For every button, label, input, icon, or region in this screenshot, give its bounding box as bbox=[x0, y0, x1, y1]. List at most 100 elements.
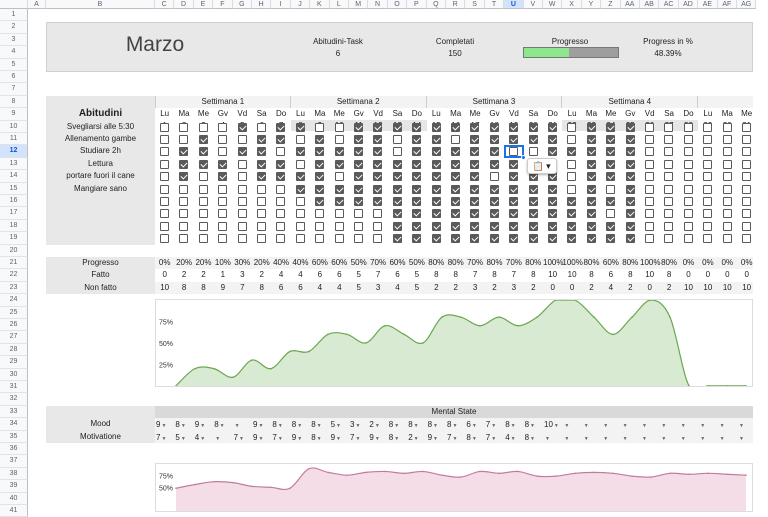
habit-checkbox[interactable] bbox=[722, 197, 732, 206]
row-header[interactable]: 2 bbox=[0, 21, 28, 34]
habit-checkbox[interactable] bbox=[586, 184, 596, 194]
row-header[interactable]: 13 bbox=[0, 157, 28, 171]
habit-checkbox[interactable] bbox=[683, 147, 693, 157]
habit-checkbox[interactable] bbox=[567, 197, 577, 206]
habit-checkbox[interactable] bbox=[160, 197, 169, 206]
habit-checkbox[interactable] bbox=[431, 197, 441, 206]
habit-checkbox[interactable] bbox=[625, 122, 635, 132]
corner-cell[interactable] bbox=[0, 0, 28, 9]
column-header[interactable]: Y bbox=[581, 0, 602, 9]
habit-checkbox[interactable] bbox=[742, 184, 751, 194]
rating-dropdown[interactable]: ▼ bbox=[602, 432, 621, 445]
habit-checkbox[interactable] bbox=[664, 221, 674, 231]
habit-checkbox[interactable] bbox=[160, 159, 169, 169]
habit-checkbox[interactable] bbox=[315, 197, 325, 206]
habit-checkbox[interactable] bbox=[257, 221, 266, 231]
row-header[interactable]: 19 bbox=[0, 232, 28, 245]
habit-checkbox[interactable] bbox=[645, 135, 654, 144]
rating-dropdown[interactable]: 2▼ bbox=[408, 432, 427, 445]
habit-checkbox[interactable] bbox=[354, 221, 363, 231]
rating-dropdown[interactable]: 9▼ bbox=[292, 432, 311, 445]
rating-dropdown[interactable]: ▼ bbox=[622, 432, 641, 445]
row-header[interactable]: 14 bbox=[0, 170, 28, 183]
habit-checkbox[interactable] bbox=[431, 209, 441, 219]
habit-checkbox[interactable] bbox=[218, 221, 228, 231]
rating-dropdown[interactable]: ▼ bbox=[583, 432, 602, 445]
row-header[interactable]: 33 bbox=[0, 405, 28, 419]
habit-checkbox[interactable] bbox=[470, 234, 480, 244]
habit-checkbox[interactable] bbox=[392, 234, 402, 244]
habit-checkbox[interactable] bbox=[373, 184, 383, 194]
habit-checkbox[interactable] bbox=[606, 135, 616, 144]
habit-checkbox[interactable] bbox=[179, 122, 189, 132]
habit-checkbox[interactable] bbox=[431, 122, 441, 132]
row-header[interactable]: 40 bbox=[0, 492, 28, 505]
habit-checkbox[interactable] bbox=[218, 147, 228, 157]
habit-checkbox[interactable] bbox=[412, 197, 422, 206]
habit-checkbox[interactable] bbox=[722, 184, 732, 194]
rating-dropdown[interactable]: 7▼ bbox=[486, 432, 505, 445]
habit-checkbox[interactable] bbox=[276, 184, 286, 194]
row-header[interactable]: 21 bbox=[0, 257, 28, 270]
rating-dropdown[interactable]: ▼ bbox=[544, 432, 563, 445]
habit-checkbox[interactable] bbox=[257, 197, 266, 206]
rating-dropdown[interactable]: 8▼ bbox=[389, 432, 408, 445]
habit-checkbox[interactable] bbox=[354, 147, 363, 157]
habit-checkbox[interactable] bbox=[160, 209, 169, 219]
habit-checkbox[interactable] bbox=[412, 159, 422, 169]
habit-checkbox[interactable] bbox=[237, 122, 247, 132]
habit-checkbox[interactable] bbox=[373, 221, 383, 231]
row-header[interactable]: 41 bbox=[0, 505, 28, 517]
habit-checkbox[interactable] bbox=[295, 172, 305, 182]
habit-checkbox[interactable] bbox=[198, 234, 208, 244]
habit-checkbox[interactable] bbox=[470, 122, 480, 132]
progress-chart[interactable]: 75% 50% 25% bbox=[155, 299, 753, 387]
habit-checkbox[interactable] bbox=[198, 197, 208, 206]
column-header[interactable]: AE bbox=[698, 0, 718, 9]
paste-options-button[interactable]: 📋 ▾ bbox=[526, 157, 557, 174]
habit-checkbox[interactable] bbox=[645, 234, 654, 244]
habit-checkbox[interactable] bbox=[354, 159, 363, 169]
habit-checkbox[interactable] bbox=[315, 221, 325, 231]
rating-dropdown[interactable]: 7▼ bbox=[447, 432, 466, 445]
habit-checkbox[interactable] bbox=[334, 147, 344, 157]
habit-checkbox[interactable] bbox=[489, 234, 499, 244]
habit-checkbox[interactable] bbox=[703, 184, 713, 194]
habit-checkbox[interactable] bbox=[489, 172, 499, 182]
column-header[interactable]: AB bbox=[640, 0, 660, 9]
habit-checkbox[interactable] bbox=[295, 159, 305, 169]
habit-checkbox[interactable] bbox=[295, 197, 305, 206]
rating-dropdown[interactable]: 9▼ bbox=[369, 432, 388, 445]
habit-checkbox[interactable] bbox=[373, 209, 383, 219]
habit-checkbox[interactable] bbox=[295, 234, 305, 244]
habit-checkbox[interactable] bbox=[489, 209, 499, 219]
habit-checkbox[interactable] bbox=[742, 172, 751, 182]
column-header[interactable]: W bbox=[543, 0, 563, 9]
habit-checkbox[interactable] bbox=[489, 184, 499, 194]
row-header[interactable]: 8 bbox=[0, 95, 28, 109]
habit-checkbox[interactable] bbox=[276, 147, 286, 157]
row-header[interactable]: 9 bbox=[0, 108, 28, 121]
habit-checkbox[interactable] bbox=[664, 184, 674, 194]
row-header[interactable]: 7 bbox=[0, 83, 28, 96]
habit-checkbox[interactable] bbox=[334, 122, 344, 132]
habit-checkbox[interactable] bbox=[722, 135, 732, 144]
habit-checkbox[interactable] bbox=[509, 197, 519, 206]
habit-checkbox[interactable] bbox=[567, 147, 577, 157]
row-header[interactable]: 24 bbox=[0, 294, 28, 307]
column-header[interactable]: V bbox=[523, 0, 543, 9]
habit-checkbox[interactable] bbox=[373, 197, 383, 206]
habit-checkbox[interactable] bbox=[664, 122, 674, 132]
habit-checkbox[interactable] bbox=[683, 159, 693, 169]
habit-checkbox[interactable] bbox=[683, 172, 693, 182]
row-header[interactable]: 26 bbox=[0, 319, 28, 332]
rating-dropdown[interactable]: 5▼ bbox=[175, 432, 194, 445]
habit-checkbox[interactable] bbox=[257, 135, 266, 144]
habit-checkbox[interactable] bbox=[412, 135, 422, 144]
habit-checkbox[interactable] bbox=[179, 234, 189, 244]
habit-checkbox[interactable] bbox=[160, 172, 169, 182]
habit-checkbox[interactable] bbox=[315, 135, 325, 144]
mental-state-chart[interactable]: 75% 50% bbox=[155, 463, 753, 512]
habit-checkbox[interactable] bbox=[489, 147, 499, 157]
habit-checkbox[interactable] bbox=[354, 184, 363, 194]
